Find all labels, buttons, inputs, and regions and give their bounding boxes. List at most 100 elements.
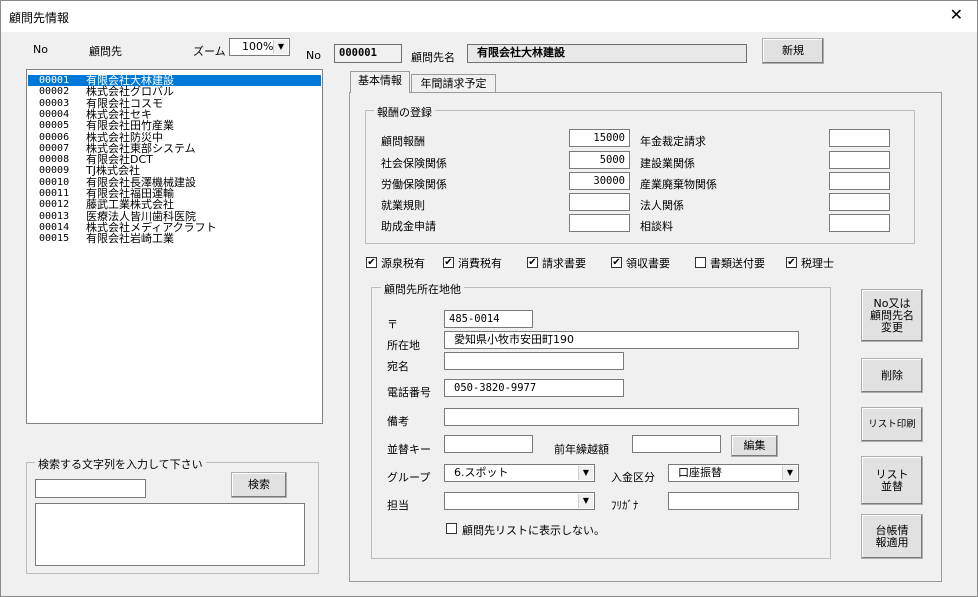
addressee-input[interactable] bbox=[444, 352, 624, 370]
list-item[interactable]: 00008 有限会社DCT bbox=[28, 154, 321, 165]
postal-input[interactable]: 485-0014 bbox=[444, 310, 533, 328]
list-item[interactable]: 00004 株式会社セキ bbox=[28, 109, 321, 120]
memo-label: 備考 bbox=[387, 415, 409, 428]
address-input[interactable]: 愛知県小牧市安田町190 bbox=[444, 331, 799, 349]
chevron-down-icon[interactable]: ▼ bbox=[578, 466, 593, 480]
fee-input-right-2[interactable] bbox=[829, 172, 890, 190]
sort-key-input[interactable] bbox=[444, 435, 533, 453]
search-button[interactable]: 検索 bbox=[231, 472, 287, 498]
record-no-text: 000001 bbox=[339, 47, 377, 59]
rename-button-line2: 顧問先名 bbox=[870, 308, 914, 322]
flag-label-5: 税理士 bbox=[801, 257, 834, 270]
group-select[interactable]: 6.スポット ▼ bbox=[444, 464, 595, 482]
phone-label: 電話番号 bbox=[387, 386, 431, 399]
new-button[interactable]: 新規 bbox=[762, 38, 824, 64]
fee-input-left-1[interactable]: 5000 bbox=[569, 151, 630, 169]
tab-annual-billing[interactable]: 年間請求予定 bbox=[411, 74, 496, 93]
sort-key-label: 並替キー bbox=[387, 443, 431, 456]
fee-label-left-1: 社会保険関係 bbox=[381, 157, 447, 170]
sort-list-line2: 並替 bbox=[881, 479, 903, 493]
list-item-name: 株式会社防災中 bbox=[86, 130, 163, 144]
window-title: 顧問先情報 bbox=[9, 11, 70, 25]
list-item-name: 有限会社田竹産業 bbox=[86, 119, 174, 133]
list-item-no: 00010 bbox=[39, 176, 70, 188]
payment-label: 入金区分 bbox=[611, 471, 655, 484]
list-item[interactable]: 00001 有限会社大林建設 bbox=[28, 75, 321, 86]
print-list-button[interactable]: リスト印刷 bbox=[861, 407, 923, 442]
flag-checkbox-1[interactable]: ✔ bbox=[443, 257, 454, 268]
list-item[interactable]: 00012 藤武工業株式会社 bbox=[28, 199, 321, 210]
fee-input-right-3[interactable] bbox=[829, 193, 890, 211]
payment-value: 口座振替 bbox=[678, 466, 722, 479]
fee-input-right-0[interactable] bbox=[829, 129, 890, 147]
chevron-down-icon[interactable]: ▼ bbox=[578, 494, 593, 508]
list-item[interactable]: 00011 有限会社福田運輸 bbox=[28, 188, 321, 199]
client-listbox[interactable]: 00001 有限会社大林建設 00002 株式会社グロバル 00003 有限会社コスモ 00… bbox=[26, 69, 323, 424]
memo-input[interactable] bbox=[444, 408, 799, 426]
list-item-no: 00013 bbox=[39, 210, 70, 222]
list-item[interactable]: 00005 有限会社田竹産業 bbox=[28, 120, 321, 131]
flag-checkbox-4[interactable] bbox=[695, 257, 706, 268]
kana-input[interactable] bbox=[668, 492, 799, 510]
fee-label-right-2: 産業廃棄物関係 bbox=[640, 178, 717, 191]
fee-label-left-3: 就業規則 bbox=[381, 199, 425, 212]
flag-checkbox-0[interactable]: ✔ bbox=[366, 257, 377, 268]
fee-input-left-2[interactable]: 30000 bbox=[569, 172, 630, 190]
sort-list-button[interactable]: リスト 並替 bbox=[861, 456, 923, 505]
flag-checkbox-3[interactable]: ✔ bbox=[611, 257, 622, 268]
apply-ledger-button[interactable]: 台帳情 報適用 bbox=[861, 514, 923, 559]
list-item[interactable]: 00013 医療法人皆川歯科医院 bbox=[28, 211, 321, 222]
close-icon[interactable]: ✕ bbox=[950, 6, 963, 24]
fee-input-right-1[interactable] bbox=[829, 151, 890, 169]
payment-select[interactable]: 口座振替 ▼ bbox=[668, 464, 799, 482]
list-item[interactable]: 00010 有限会社長澤機械建設 bbox=[28, 177, 321, 188]
list-item-no: 00005 bbox=[39, 120, 70, 132]
address-legend: 顧問先所在地他 bbox=[381, 281, 464, 297]
search-results-box[interactable] bbox=[35, 503, 305, 566]
list-item[interactable]: 00014 株式会社メディアクラフト bbox=[28, 222, 321, 233]
title-bar: 顧問先情報 ✕ bbox=[1, 1, 977, 32]
sort-list-line1: リスト bbox=[875, 467, 909, 481]
list-item[interactable]: 00007 株式会社東部システム bbox=[28, 143, 321, 154]
list-item[interactable]: 00015 有限会社岩崎工業 bbox=[28, 233, 321, 244]
search-legend: 検索する文字列を入力して下さい bbox=[35, 456, 206, 472]
staff-select[interactable]: ▼ bbox=[444, 492, 595, 510]
list-item[interactable]: 00009 TJ株式会社 bbox=[28, 165, 321, 176]
record-no-label: No bbox=[306, 49, 321, 62]
delete-button[interactable]: 削除 bbox=[861, 358, 923, 393]
hide-from-list-label: 顧問先リストに表示しない。 bbox=[462, 524, 605, 537]
list-header-name: 顧問先 bbox=[89, 45, 122, 58]
hide-from-list-checkbox[interactable] bbox=[446, 523, 457, 534]
list-item-no: 00003 bbox=[39, 97, 70, 109]
fee-input-left-4[interactable] bbox=[569, 214, 630, 232]
chevron-down-icon[interactable]: ▼ bbox=[782, 466, 797, 480]
list-item[interactable]: 00003 有限会社コスモ bbox=[28, 98, 321, 109]
zoom-select[interactable]: 100% ▼ bbox=[229, 38, 290, 56]
postal-label: 〒 bbox=[387, 318, 398, 331]
fee-input-left-0[interactable]: 15000 bbox=[569, 129, 630, 147]
fee-input-right-4[interactable] bbox=[829, 214, 890, 232]
search-input[interactable] bbox=[35, 479, 146, 498]
flag-checkbox-2[interactable]: ✔ bbox=[527, 257, 538, 268]
addressee-label: 宛名 bbox=[387, 360, 409, 373]
zoom-label: ズーム bbox=[193, 45, 226, 58]
list-item-name: 有限会社岩崎工業 bbox=[86, 232, 174, 246]
list-item[interactable]: 00002 株式会社グロバル bbox=[28, 86, 321, 97]
list-item-name: 有限会社コスモ bbox=[86, 96, 163, 110]
chevron-down-icon[interactable]: ▼ bbox=[273, 40, 288, 54]
tab-basic-info[interactable]: 基本情報 bbox=[350, 71, 410, 93]
list-item-no: 00002 bbox=[39, 86, 70, 98]
edit-button[interactable]: 編集 bbox=[731, 435, 778, 457]
list-item-no: 00012 bbox=[39, 199, 70, 211]
apply-ledger-line1: 台帳情 bbox=[875, 523, 909, 537]
list-item-name: 株式会社グロバル bbox=[86, 85, 174, 99]
list-item-no: 00007 bbox=[39, 142, 70, 154]
list-item[interactable]: 00006 株式会社防災中 bbox=[28, 132, 321, 143]
fee-input-left-3[interactable] bbox=[569, 193, 630, 211]
phone-input[interactable]: 050-3820-9977 bbox=[444, 379, 624, 397]
carryover-input[interactable] bbox=[632, 435, 721, 453]
rename-button[interactable]: No又は 顧問先名 変更 bbox=[861, 289, 923, 342]
fee-label-right-4: 相談料 bbox=[640, 220, 673, 233]
rename-button-line3: 変更 bbox=[881, 320, 903, 334]
flag-checkbox-5[interactable]: ✔ bbox=[786, 257, 797, 268]
